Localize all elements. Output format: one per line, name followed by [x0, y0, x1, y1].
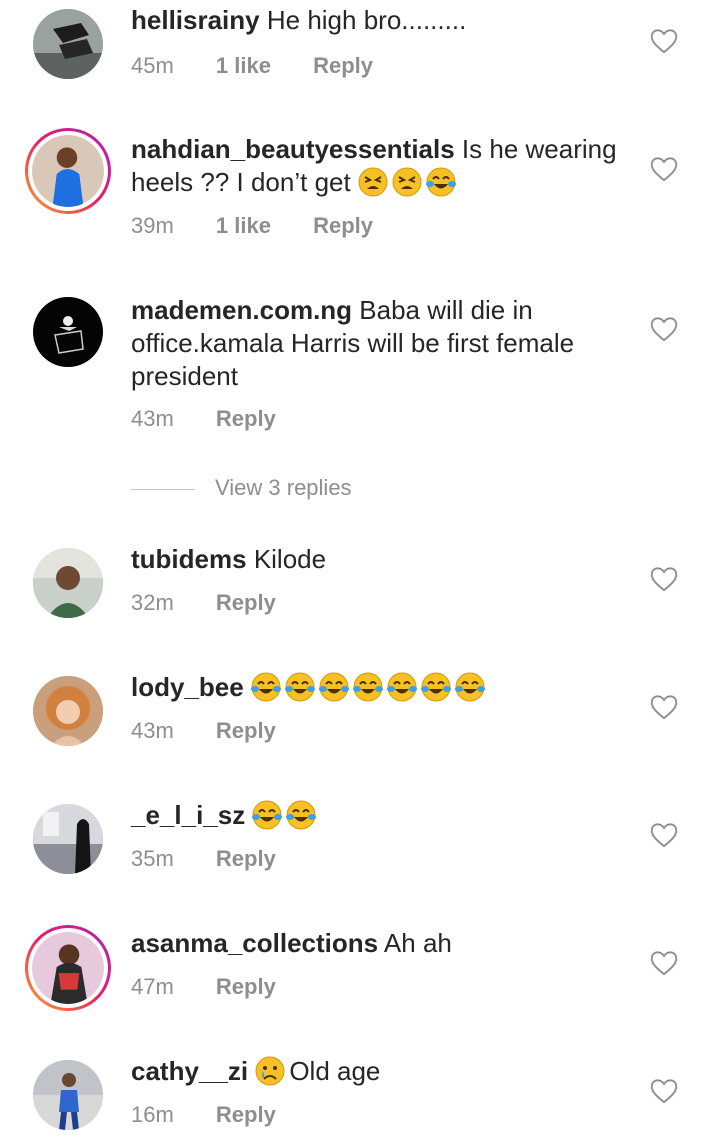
- emoji-group: [252, 800, 320, 830]
- avatar[interactable]: [25, 128, 111, 214]
- tired-face-emoji: [392, 167, 422, 197]
- timestamp: 32m: [131, 590, 174, 615]
- timestamp: 43m: [131, 718, 174, 743]
- reply-button[interactable]: Reply: [216, 590, 276, 615]
- heart-outline-icon[interactable]: [650, 28, 678, 54]
- tears-of-joy-emoji: [425, 167, 456, 197]
- timestamp: 39m: [131, 213, 174, 238]
- tears-of-joy-emoji: [250, 672, 281, 702]
- timestamp: 35m: [131, 846, 174, 871]
- reply-button[interactable]: Reply: [216, 718, 276, 743]
- avatar[interactable]: [25, 925, 111, 1011]
- timestamp: 45m: [131, 53, 174, 78]
- username[interactable]: asanma_collections: [131, 928, 378, 958]
- view-replies-button[interactable]: View 3 replies: [131, 475, 352, 501]
- username[interactable]: tubidems: [131, 544, 247, 574]
- tears-of-joy-emoji: [386, 672, 417, 702]
- tears-of-joy-emoji: [286, 800, 317, 830]
- timestamp: 43m: [131, 406, 174, 431]
- heart-outline-icon[interactable]: [650, 950, 678, 976]
- avatar[interactable]: [33, 676, 103, 746]
- username[interactable]: cathy__zi: [131, 1056, 248, 1086]
- comment-text: Kilode: [253, 544, 327, 574]
- heart-outline-icon[interactable]: [650, 694, 678, 720]
- likes-count[interactable]: 1 like: [216, 53, 271, 78]
- username[interactable]: mademen.com.ng: [131, 295, 352, 325]
- username[interactable]: nahdian_beautyessentials: [131, 134, 455, 164]
- avatar[interactable]: [33, 1060, 103, 1130]
- timestamp: 16m: [131, 1102, 174, 1127]
- reply-button[interactable]: Reply: [313, 213, 373, 238]
- heart-outline-icon[interactable]: [650, 566, 678, 592]
- tears-of-joy-emoji: [420, 672, 451, 702]
- comment-text: He high bro.........: [266, 5, 467, 35]
- tears-of-joy-emoji: [284, 672, 315, 702]
- comment-text: Ah ah: [383, 928, 452, 958]
- avatar[interactable]: [33, 9, 103, 79]
- tears-of-joy-emoji: [318, 672, 349, 702]
- tears-of-joy-emoji: [352, 672, 383, 702]
- comment-text: Old age: [289, 1056, 381, 1086]
- reply-button[interactable]: Reply: [216, 1102, 276, 1127]
- reply-button[interactable]: Reply: [216, 406, 276, 431]
- tears-of-joy-emoji: [252, 800, 283, 830]
- heart-outline-icon[interactable]: [650, 316, 678, 342]
- view-replies-label: View 3 replies: [215, 475, 352, 500]
- heart-outline-icon[interactable]: [650, 822, 678, 848]
- reply-button[interactable]: Reply: [313, 53, 373, 78]
- reply-button[interactable]: Reply: [216, 846, 276, 871]
- username[interactable]: hellisrainy: [131, 5, 260, 35]
- heart-outline-icon[interactable]: [650, 1078, 678, 1104]
- timestamp: 47m: [131, 974, 174, 999]
- avatar[interactable]: [33, 548, 103, 618]
- likes-count[interactable]: 1 like: [216, 213, 271, 238]
- replies-divider: [131, 488, 195, 490]
- username[interactable]: _e_l_i_sz: [131, 800, 245, 830]
- emoji-group: [250, 672, 489, 702]
- username[interactable]: lody_bee: [131, 672, 244, 702]
- tears-of-joy-emoji: [454, 672, 485, 702]
- crying-face-emoji: [255, 1056, 285, 1086]
- reply-button[interactable]: Reply: [216, 974, 276, 999]
- heart-outline-icon[interactable]: [650, 156, 678, 182]
- tired-face-emoji: [358, 167, 388, 197]
- avatar[interactable]: [33, 297, 103, 367]
- avatar[interactable]: [33, 804, 103, 874]
